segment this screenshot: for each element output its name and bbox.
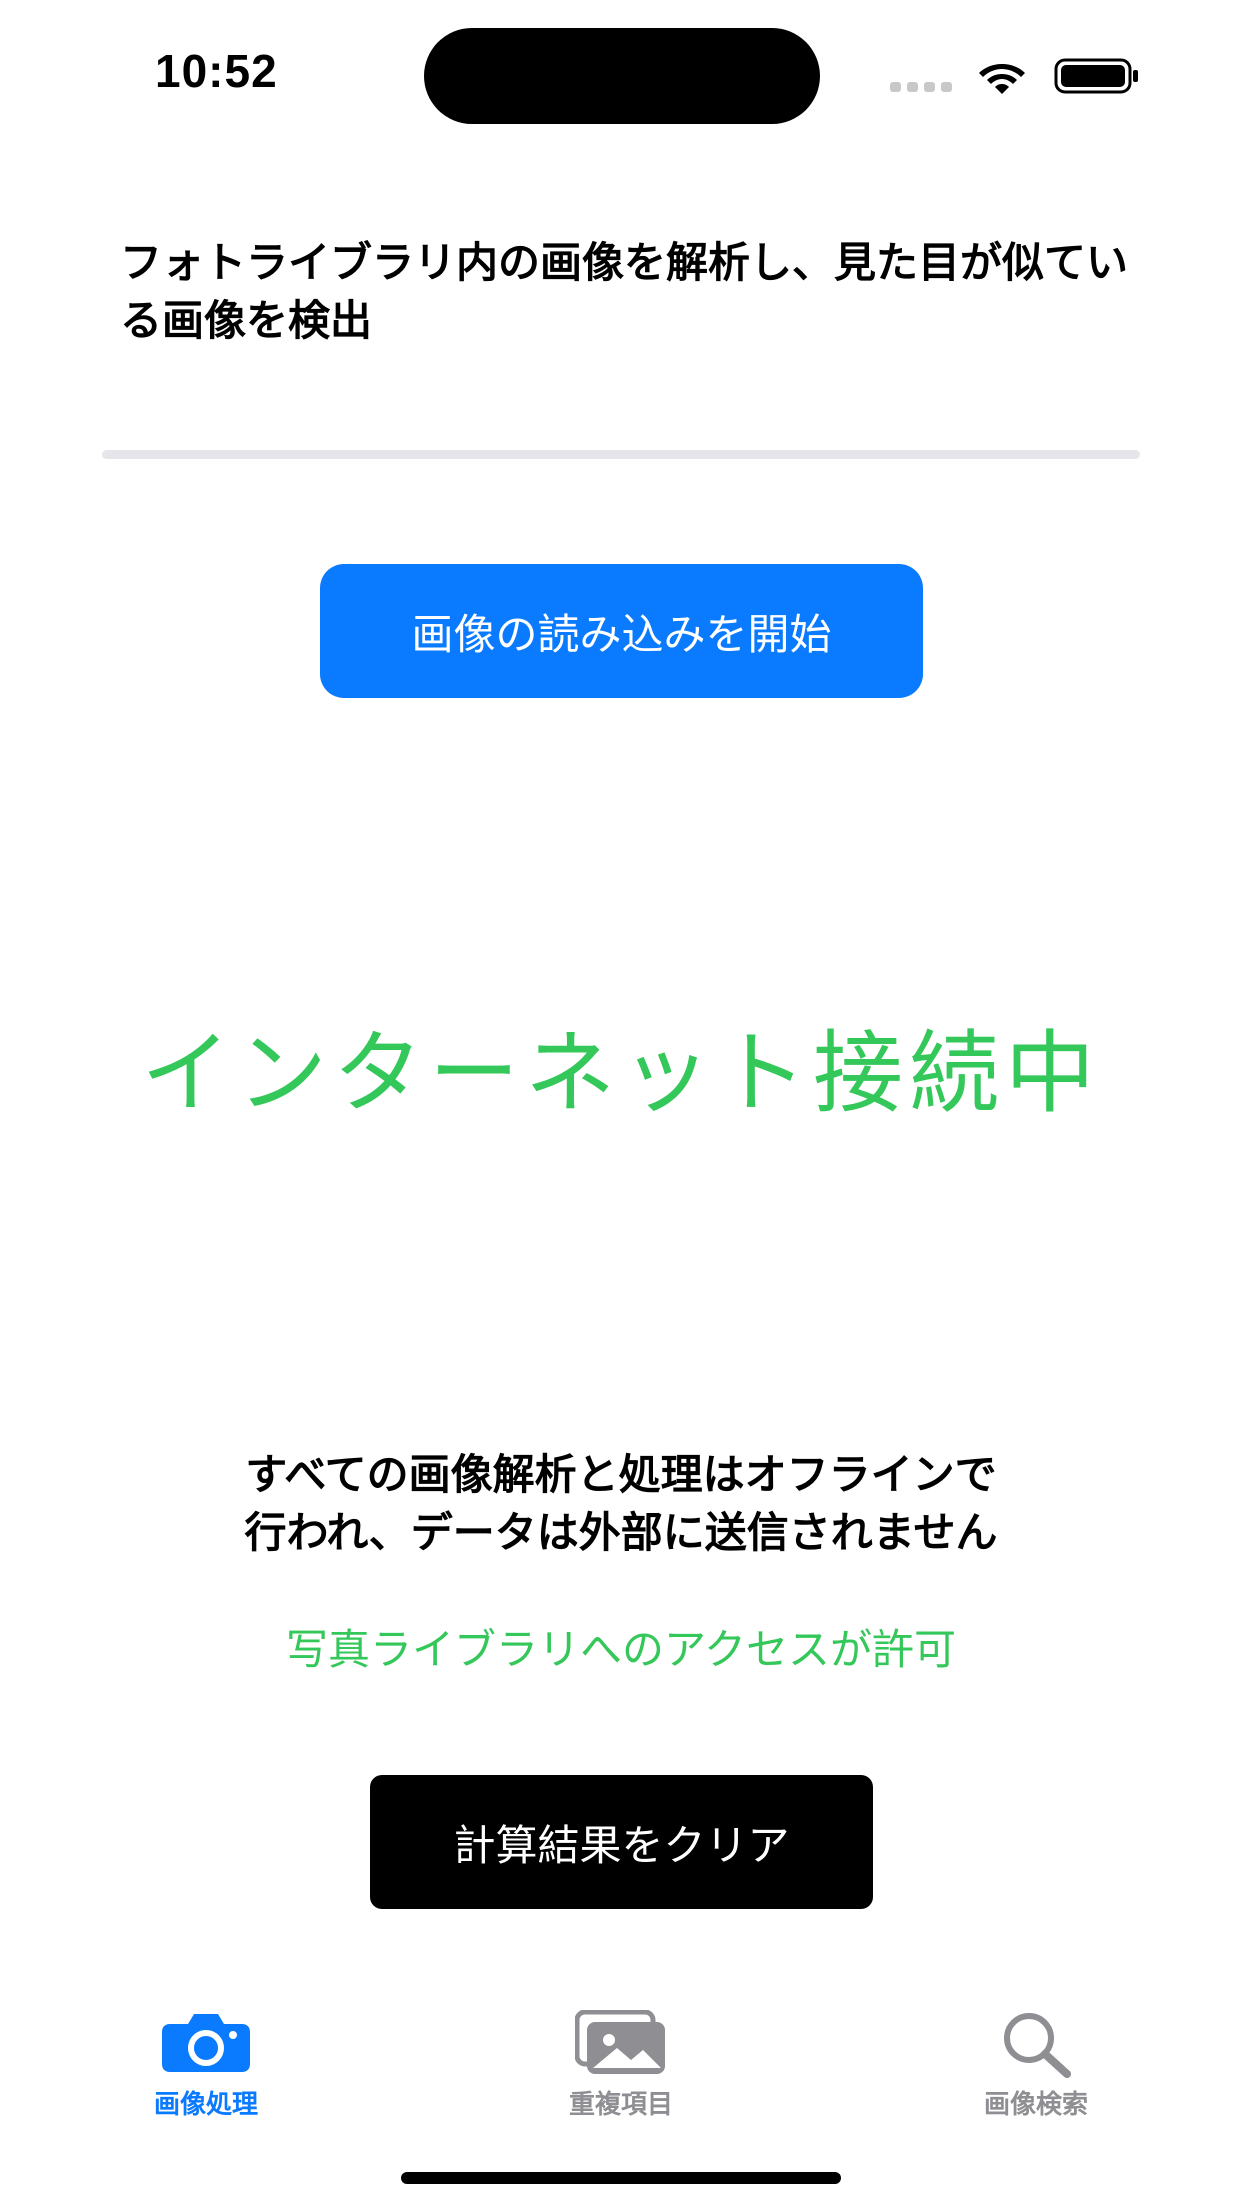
- home-indicator: [401, 2172, 841, 2184]
- offline-notice: すべての画像解析と処理はオフラインで 行われ、データは外部に送信されません: [0, 1446, 1242, 1562]
- magnifier-icon: [1004, 2013, 1071, 2078]
- start-loading-button[interactable]: 画像の読み込みを開始: [320, 564, 923, 698]
- progress-bar: [102, 450, 1140, 459]
- offline-notice-line: 行われ、データは外部に送信されません: [244, 1508, 998, 1557]
- page-headline: フォトライブラリ内の画像を解析し、見た目が似ている画像を検出: [120, 238, 1129, 345]
- tab-label: 画像検索: [983, 2090, 1088, 2120]
- offline-notice-line: すべての画像解析と処理はオフラインで: [245, 1450, 997, 1499]
- network-status-label: インターネット接続中: [141, 1021, 1101, 1126]
- tab-image-search[interactable]: 画像検索: [906, 2008, 1166, 2121]
- tab-image-processing[interactable]: 画像処理: [76, 2008, 336, 2121]
- tab-label: 重複項目: [568, 2090, 673, 2120]
- wifi-icon: [979, 64, 1025, 94]
- photo-access-status: 写真ライブラリへのアクセスが許可: [286, 1625, 956, 1674]
- status-time: 10:52: [155, 45, 278, 97]
- camera-icon: [162, 2014, 250, 2072]
- photos-icon: [575, 2010, 665, 2074]
- tab-label: 画像処理: [153, 2090, 258, 2120]
- clear-results-button[interactable]: 計算結果をクリア: [370, 1775, 873, 1909]
- battery-icon: [1054, 58, 1138, 94]
- dynamic-island: [424, 28, 820, 124]
- cellular-signal-icon: [890, 82, 952, 92]
- tab-duplicates[interactable]: 重複項目: [491, 2008, 751, 2121]
